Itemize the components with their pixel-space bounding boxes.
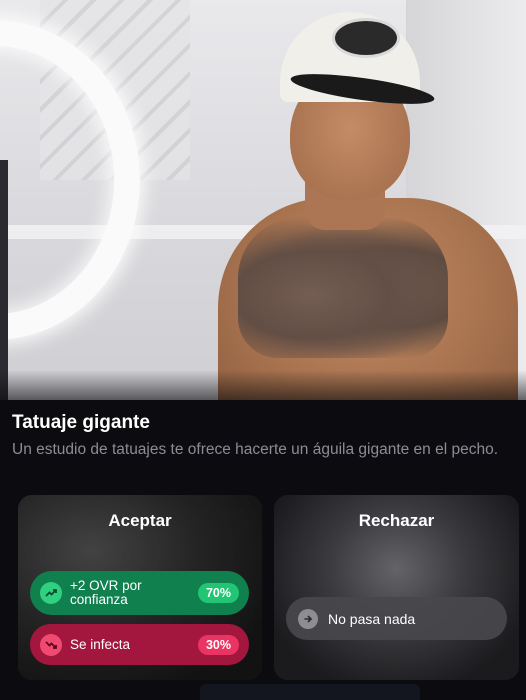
accept-card[interactable]: Aceptar +2 OVR por confianza 70% Se infe… bbox=[18, 495, 262, 680]
outcome-negative: Se infecta 30% bbox=[30, 624, 249, 665]
reject-card-title: Rechazar bbox=[358, 511, 435, 530]
cap-logo bbox=[332, 18, 400, 58]
outcome-negative-label: Se infecta bbox=[70, 636, 131, 652]
event-photo bbox=[0, 0, 526, 400]
outcome-negative-chance: 30% bbox=[197, 634, 239, 655]
bottom-edge bbox=[200, 684, 420, 700]
trend-up-icon bbox=[40, 582, 62, 604]
outcome-positive-label: +2 OVR por confianza bbox=[70, 578, 142, 607]
outcome-neutral-label: No pasa nada bbox=[328, 610, 416, 627]
outcome-positive-chance: 70% bbox=[197, 583, 239, 603]
ring-light-stand bbox=[0, 160, 8, 400]
arrow-right-icon bbox=[298, 608, 318, 629]
trend-down-icon bbox=[40, 633, 62, 656]
chest-tattoo bbox=[238, 218, 448, 358]
reject-card[interactable]: Rechazar No pasa nada bbox=[274, 495, 519, 680]
accept-card-title: Aceptar bbox=[108, 511, 172, 530]
event-description: Un estudio de tatuajes te ofrece hacerte… bbox=[12, 441, 499, 458]
event-title: Tatuaje gigante bbox=[12, 412, 150, 433]
outcome-positive: +2 OVR por confianza 70% bbox=[30, 571, 249, 615]
outcome-neutral: No pasa nada bbox=[286, 597, 507, 640]
photo-fade bbox=[0, 370, 526, 400]
